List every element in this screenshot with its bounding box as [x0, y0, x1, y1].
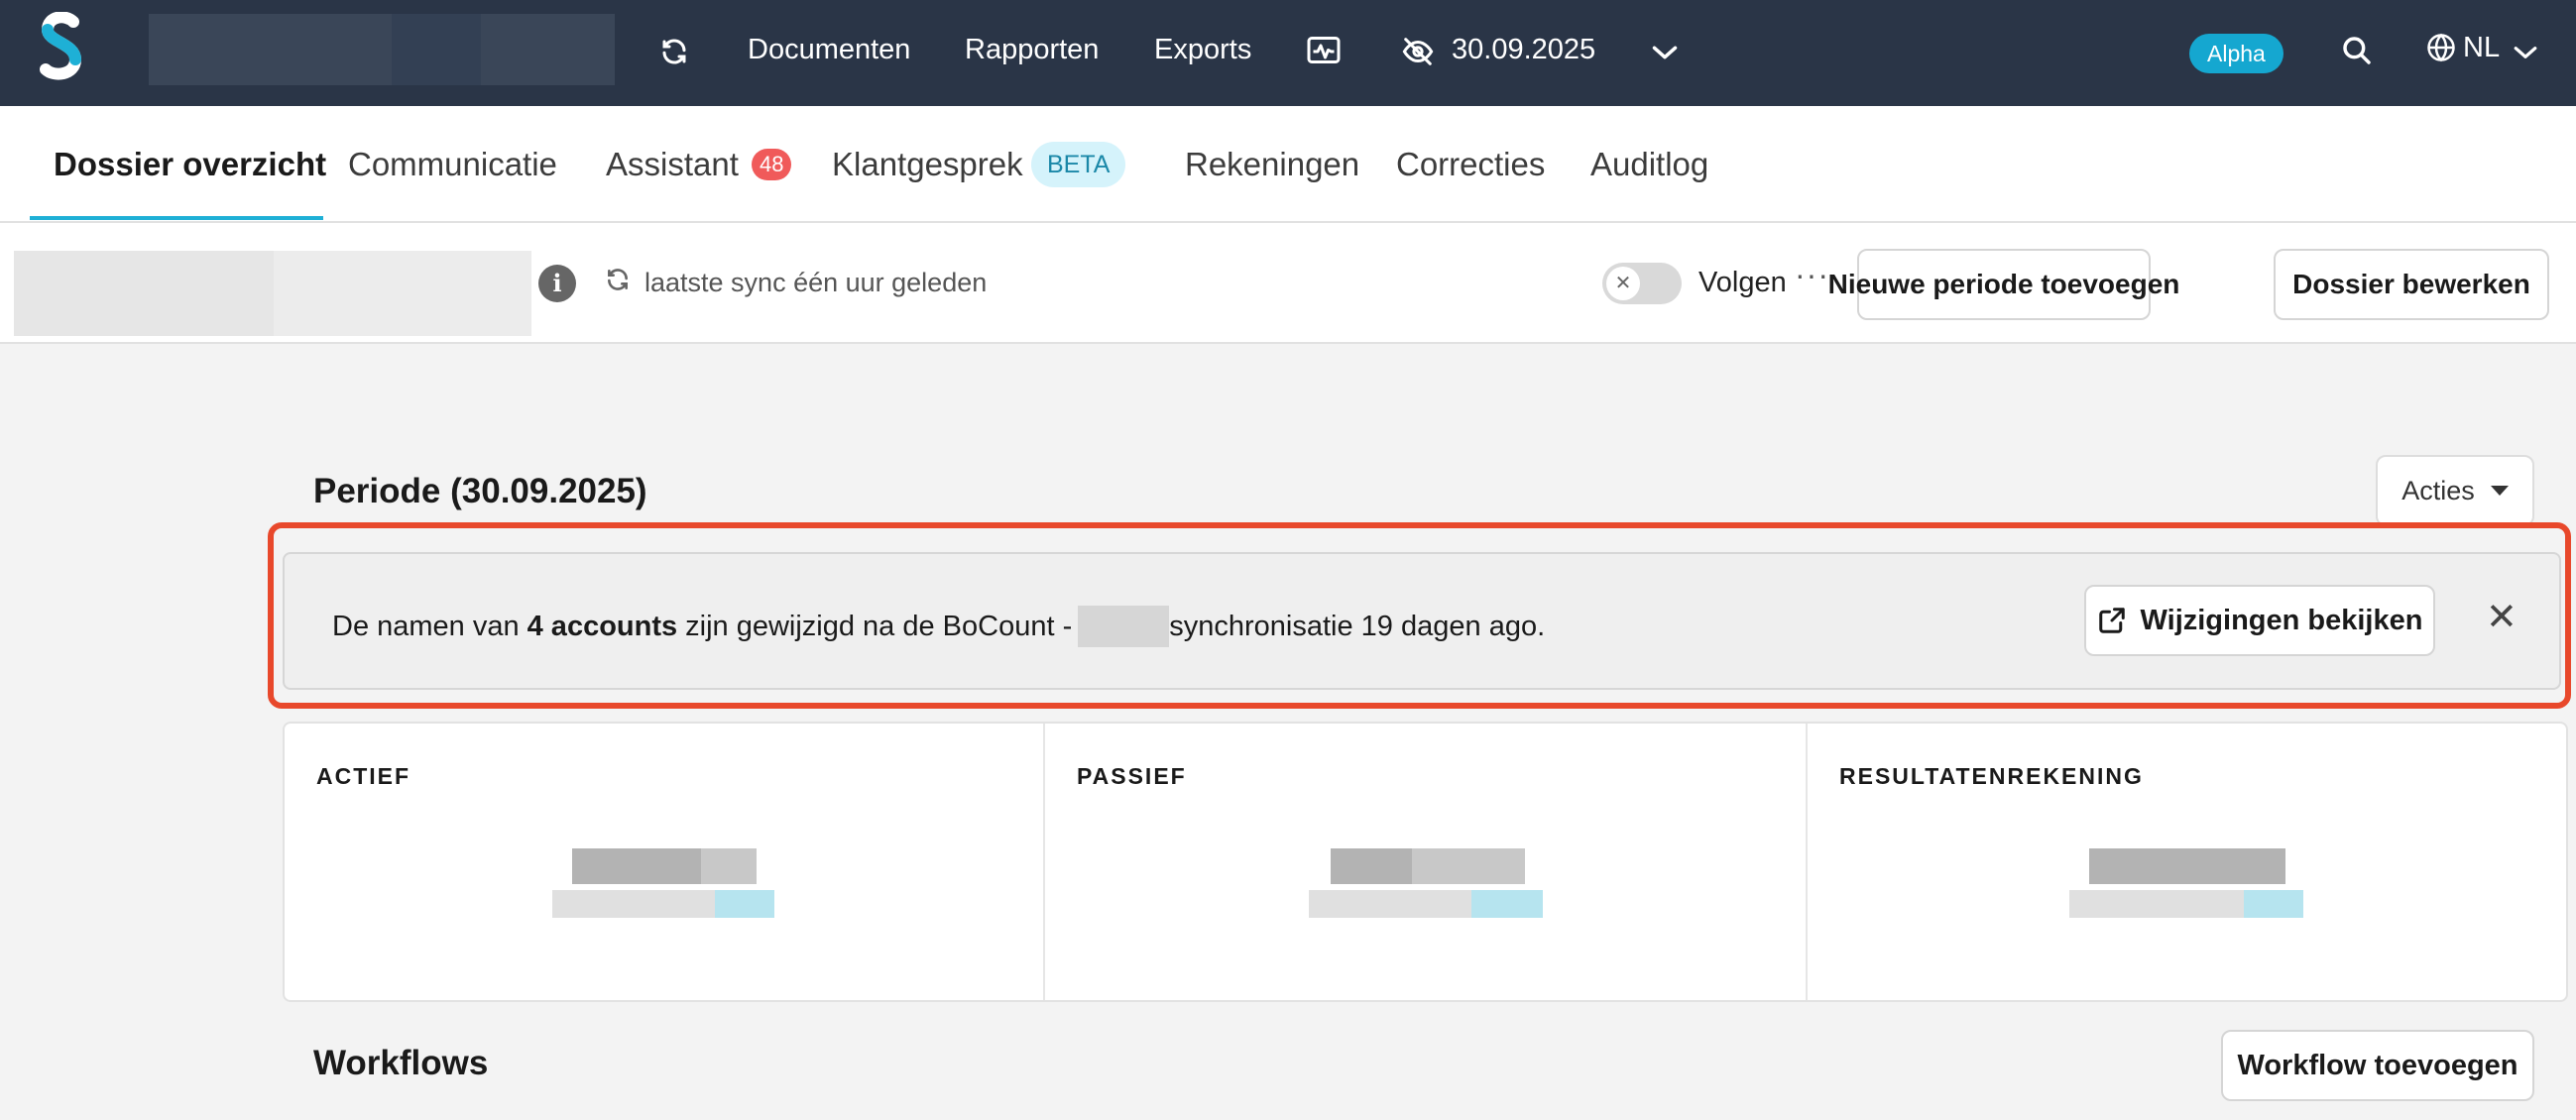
tab-rekeningen[interactable]: Rekeningen [1185, 146, 1359, 183]
resultatenrekening-column: RESULTATENREKENING [1808, 724, 2568, 1000]
actief-subvalue-redacted [552, 890, 721, 918]
nav-rapporten[interactable]: Rapporten [965, 34, 1099, 66]
tab-communicatie[interactable]: Communicatie [348, 146, 557, 183]
actief-value-redacted-part [701, 848, 757, 884]
notice-suffix: synchronisatie 19 dagen ago. [1169, 610, 1546, 642]
alpha-badge: Alpha [2189, 34, 2283, 73]
refresh-icon[interactable] [658, 36, 690, 67]
top-navbar: Documenten Rapporten Exports 30.09.2025 … [0, 0, 2576, 106]
period-date[interactable]: 30.09.2025 [1452, 34, 1595, 66]
dossier-selector-redacted[interactable] [149, 14, 615, 85]
assistant-count-badge: 48 [752, 149, 792, 180]
external-link-icon [2098, 608, 2125, 633]
notice-accounts-count: 4 accounts [527, 610, 678, 642]
dossier-toolbar: i laatste sync één uur geleden ✕ Volgen … [0, 223, 2576, 344]
actief-link-redacted [715, 890, 774, 918]
workflows-title: Workflows [313, 1044, 489, 1082]
notice-middle: zijn gewijzigd na de BoCount - [685, 610, 1073, 642]
resultatenrekening-title: RESULTATENREKENING [1839, 763, 2144, 789]
dossier-selector-redacted-part [392, 14, 481, 85]
view-changes-button[interactable]: Wijzigingen bekijken [2084, 585, 2435, 656]
resultaat-link-redacted [2244, 890, 2303, 918]
add-workflow-button[interactable]: Workflow toevoegen [2221, 1030, 2534, 1101]
notice-prefix: De namen van [332, 610, 520, 642]
passief-value-redacted [1331, 848, 1412, 884]
passief-subvalue-redacted [1309, 890, 1471, 918]
passief-column: PASSIEF [1045, 724, 1806, 1000]
chevron-down-icon[interactable] [1650, 40, 1680, 65]
resultaat-subvalue-redacted [2069, 890, 2244, 918]
follow-toggle[interactable]: ✕ [1602, 263, 1682, 304]
balance-summary-panel: ACTIEF PASSIEF RESULTATENREKENING [283, 722, 2568, 1002]
tab-bar: Dossier overzicht Communicatie Assistant… [0, 106, 2576, 223]
new-period-button[interactable]: Nieuwe periode toevoegen [1828, 249, 2179, 320]
tab-auditlog[interactable]: Auditlog [1590, 146, 1708, 183]
s-logo[interactable] [36, 12, 87, 83]
actief-column: ACTIEF [285, 724, 1043, 1000]
tab-assistant[interactable]: Assistant [606, 146, 739, 183]
account-rename-notice: De namen van 4 accounts zijn gewijzigd n… [283, 552, 2561, 690]
passief-link-redacted [1471, 890, 1543, 918]
globe-icon[interactable] [2425, 32, 2457, 63]
client-name-redacted-part [274, 251, 531, 336]
edit-dossier-button[interactable]: Dossier bewerken [2274, 249, 2549, 320]
actions-dropdown-button[interactable]: Acties [2376, 455, 2534, 526]
toggle-off-icon: ✕ [1606, 267, 1640, 300]
passief-title: PASSIEF [1077, 763, 1187, 789]
source-name-redacted [1078, 606, 1170, 647]
tab-dossier-overzicht[interactable]: Dossier overzicht [54, 146, 326, 183]
actief-title: ACTIEF [316, 763, 411, 789]
active-tab-indicator [30, 216, 323, 220]
search-icon[interactable] [2340, 34, 2374, 67]
last-sync-text: laatste sync één uur geleden [644, 268, 988, 297]
more-options-icon[interactable]: ··· [1795, 257, 1829, 293]
view-changes-label: Wijzigingen bekijken [2140, 604, 2423, 636]
beta-badge: BETA [1031, 142, 1126, 187]
close-icon[interactable]: ✕ [2486, 598, 2517, 637]
language-selector[interactable]: NL [2463, 32, 2500, 64]
actief-value-redacted [572, 848, 701, 884]
resultaat-value-redacted [2089, 848, 2285, 884]
follow-label: Volgen [1698, 267, 1787, 298]
nav-exports[interactable]: Exports [1154, 34, 1251, 66]
tab-klantgesprek[interactable]: Klantgesprek [832, 146, 1023, 183]
tab-correcties[interactable]: Correcties [1396, 146, 1545, 183]
notice-message: De namen van 4 accounts zijn gewijzigd n… [332, 606, 1545, 647]
period-title: Periode (30.09.2025) [313, 472, 647, 510]
activity-monitor-icon[interactable] [1305, 34, 1343, 69]
language-chevron-icon[interactable] [2511, 40, 2540, 65]
info-icon[interactable]: i [538, 265, 576, 302]
actions-label: Acties [2401, 475, 2475, 505]
eye-off-icon[interactable] [1400, 36, 1436, 67]
nav-documenten[interactable]: Documenten [748, 34, 910, 66]
caret-down-icon [2490, 486, 2509, 496]
sync-icon [605, 267, 633, 294]
passief-value-redacted-part [1412, 848, 1525, 884]
